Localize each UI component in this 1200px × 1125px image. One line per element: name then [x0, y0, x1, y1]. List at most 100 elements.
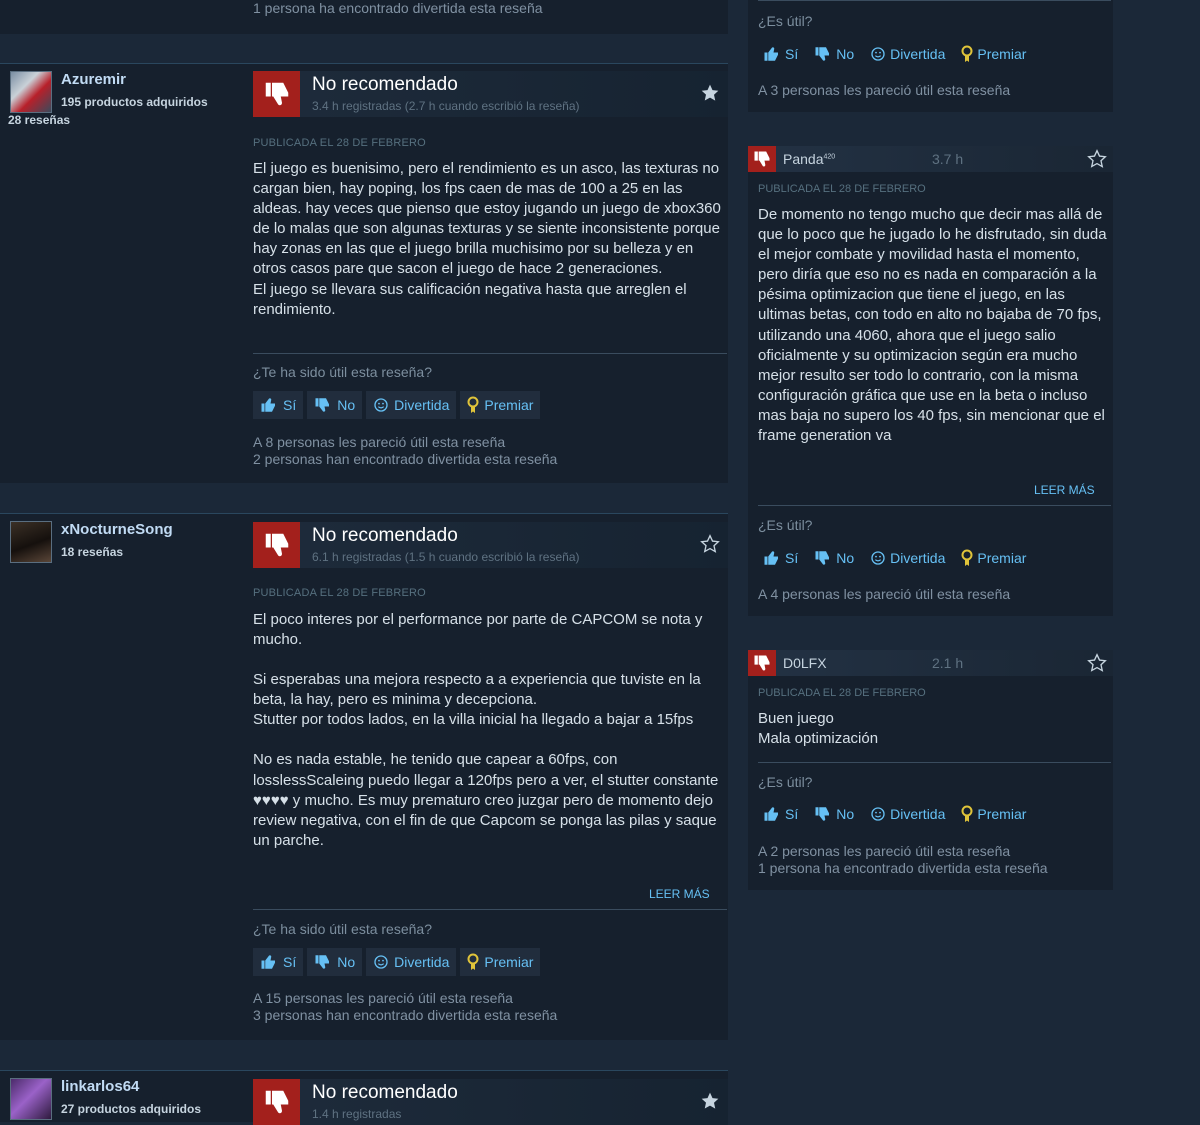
read-more-link[interactable]: LEER MÁS [1034, 483, 1095, 497]
previous-review-footer: 1 persona ha encontrado divertida esta r… [0, 0, 728, 34]
avatar[interactable] [10, 521, 52, 563]
funny-count: 2 personas han encontrado divertida esta… [253, 451, 558, 467]
thumbs-down-icon [315, 398, 330, 412]
award-button[interactable]: Premiar [460, 948, 541, 976]
helpful-count: A 3 personas les pareció útil esta reseñ… [758, 82, 1011, 98]
funny-count: 1 persona ha encontrado divertida esta r… [758, 860, 1048, 876]
thumbs-up-icon [764, 807, 778, 821]
author-name[interactable]: linkarlos64 [61, 1078, 139, 1095]
award-icon [961, 549, 973, 566]
review-text: El juego es buenisimo, pero el rendimien… [253, 159, 723, 320]
divider [758, 505, 1111, 506]
thumbs-up-icon [764, 551, 778, 565]
review-card-small: ¿Es útil? Sí No Divertida Premiar A 3 pe… [748, 0, 1113, 112]
star-icon[interactable] [700, 83, 720, 108]
star-outline-icon[interactable] [700, 534, 720, 559]
vote-no-button[interactable]: No [307, 391, 363, 419]
star-outline-icon[interactable] [1087, 149, 1107, 174]
vote-controls: Sí No Divertida Premiar [253, 948, 541, 976]
vote-yes-label: Sí [785, 806, 799, 822]
award-label: Premiar [977, 46, 1027, 62]
author-name[interactable]: D0LFX [783, 655, 827, 671]
vote-yes-label: Sí [785, 550, 799, 566]
vote-yes-button[interactable]: Sí [253, 948, 304, 976]
vote-no-button[interactable]: No [809, 42, 859, 66]
vote-yes-button[interactable]: Sí [758, 546, 803, 570]
vote-yes-button[interactable]: Sí [758, 802, 803, 826]
review-text: De momento no tengo mucho que decir mas … [758, 206, 1107, 445]
thumbs-down-icon [815, 47, 830, 61]
review-stats: A 15 personas les pareció útil esta rese… [253, 990, 557, 1024]
products-owned[interactable]: 195 productos adquiridos [61, 95, 208, 109]
smiley-icon [871, 551, 885, 565]
award-button[interactable]: Premiar [956, 42, 1031, 66]
award-label: Premiar [977, 806, 1027, 822]
vote-no-label: No [836, 46, 855, 62]
review-header[interactable]: D0LFX 2.1 h [748, 650, 1113, 676]
divider [253, 909, 727, 910]
vote-yes-button[interactable]: Sí [758, 42, 803, 66]
avatar[interactable] [10, 1078, 52, 1120]
vote-no-button[interactable]: No [307, 948, 363, 976]
read-more-link[interactable]: LEER MÁS [649, 887, 710, 901]
hours-played: 1.4 h registradas [312, 1107, 402, 1121]
review-card-small: D0LFX 2.1 h PUBLICADA EL 28 DE FEBRERO B… [748, 650, 1113, 890]
review-header[interactable]: Panda420 3.7 h [748, 146, 1113, 172]
review-stats: A 2 personas les pareció útil esta reseñ… [758, 843, 1048, 877]
thumbs-up-icon [764, 47, 778, 61]
verdict-header[interactable]: No recomendado 6.1 h registradas (1.5 h … [253, 522, 728, 568]
thumbs-down-icon [815, 807, 830, 821]
author-name[interactable]: Panda420 [783, 151, 835, 167]
star-outline-icon[interactable] [1087, 653, 1107, 678]
review-paragraph: Si esperabas una mejora respecto a a exp… [253, 671, 701, 709]
review-paragraph: El juego se llevara sus calificación neg… [253, 280, 687, 318]
helpful-count: A 8 personas les pareció útil esta reseñ… [253, 434, 506, 450]
vote-funny-label: Divertida [394, 954, 450, 970]
vote-no-label: No [836, 550, 855, 566]
award-button[interactable]: Premiar [460, 391, 541, 419]
vote-yes-button[interactable]: Sí [253, 391, 304, 419]
award-icon [467, 396, 479, 413]
award-label: Premiar [977, 550, 1027, 566]
vote-funny-label: Divertida [394, 397, 450, 413]
review-card-small: Panda420 3.7 h PUBLICADA EL 28 DE FEBRER… [748, 146, 1113, 616]
award-label: Premiar [484, 954, 534, 970]
review-count[interactable]: 18 reseñas [61, 545, 123, 559]
hours-played: 2.1 h [932, 655, 964, 671]
funny-count: 3 personas han encontrado divertida esta… [253, 1007, 558, 1023]
vote-funny-button[interactable]: Divertida [865, 546, 950, 570]
vote-funny-button[interactable]: Divertida [366, 391, 457, 419]
award-button[interactable]: Premiar [956, 546, 1031, 570]
posted-date: PUBLICADA EL 28 DE FEBRERO [253, 137, 426, 149]
award-button[interactable]: Premiar [956, 802, 1031, 826]
review-card: xNocturneSong 18 reseñas No recomendado … [0, 513, 728, 1040]
award-icon [961, 805, 973, 822]
card-divider [0, 1070, 728, 1071]
review-count[interactable]: 28 reseñas [8, 113, 70, 127]
vote-no-button[interactable]: No [809, 802, 859, 826]
review-text: El poco interes por el performance por p… [253, 610, 723, 851]
review-line: Mala optimización [758, 730, 879, 748]
posted-date: PUBLICADA EL 28 DE FEBRERO [253, 587, 426, 599]
helpful-count: A 4 personas les pareció útil esta reseñ… [758, 586, 1011, 602]
author-name[interactable]: Azuremir [61, 71, 126, 88]
review-card: Azuremir 195 productos adquiridos 28 res… [0, 63, 728, 483]
star-icon[interactable] [700, 1091, 720, 1116]
vote-funny-button[interactable]: Divertida [865, 42, 950, 66]
award-icon [467, 953, 479, 970]
funny-count: 1 persona ha encontrado divertida esta r… [253, 0, 543, 16]
vote-no-button[interactable]: No [809, 546, 859, 570]
verdict-header[interactable]: No recomendado 3.4 h registradas (2.7 h … [253, 71, 728, 117]
avatar[interactable] [10, 71, 52, 113]
review-paragraph: No es nada estable, he tenido que capear… [253, 751, 719, 849]
thumbs-down-icon [748, 146, 776, 172]
vote-funny-button[interactable]: Divertida [865, 802, 950, 826]
helpful-count: A 2 personas les pareció útil esta reseñ… [758, 843, 1011, 859]
author-name[interactable]: xNocturneSong [61, 521, 173, 538]
vote-funny-button[interactable]: Divertida [366, 948, 457, 976]
verdict-header[interactable]: No recomendado 1.4 h registradas [253, 1079, 728, 1125]
products-owned[interactable]: 27 productos adquiridos [61, 1102, 201, 1116]
smiley-icon [871, 47, 885, 61]
vote-no-label: No [337, 954, 356, 970]
review-card: linkarlos64 27 productos adquiridos No r… [0, 1070, 728, 1125]
